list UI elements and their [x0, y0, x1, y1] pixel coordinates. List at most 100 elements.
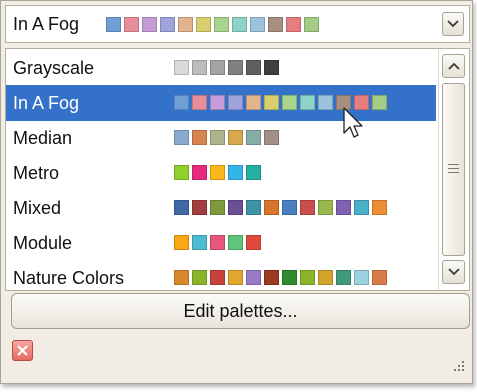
- color-swatch: [174, 130, 189, 145]
- color-swatch: [264, 200, 279, 215]
- palette-swatch-strip: [174, 130, 282, 145]
- color-swatch: [304, 17, 319, 32]
- color-swatch: [178, 17, 193, 32]
- color-swatch: [286, 17, 301, 32]
- color-swatch: [336, 200, 351, 215]
- color-swatch: [282, 95, 297, 110]
- palette-list-item[interactable]: Median: [6, 120, 436, 156]
- color-swatch: [372, 270, 387, 285]
- color-swatch: [300, 270, 315, 285]
- color-swatch: [372, 200, 387, 215]
- color-swatch: [354, 200, 369, 215]
- palette-list-item[interactable]: Metro: [6, 155, 436, 191]
- palette-list-item[interactable]: Nature Colors: [6, 260, 436, 290]
- palette-list-item[interactable]: In A Fog: [6, 85, 436, 121]
- edit-palettes-button[interactable]: Edit palettes...: [11, 293, 470, 329]
- color-swatch: [246, 165, 261, 180]
- color-swatch: [300, 95, 315, 110]
- color-swatch: [210, 270, 225, 285]
- combo-dropdown-button[interactable]: [442, 12, 464, 36]
- color-swatch: [192, 130, 207, 145]
- color-swatch: [174, 95, 189, 110]
- color-swatch: [232, 17, 247, 32]
- grip-dot: [462, 361, 464, 363]
- color-swatch: [268, 17, 283, 32]
- size-grip-icon[interactable]: [452, 359, 466, 373]
- color-swatch: [282, 270, 297, 285]
- color-swatch: [336, 270, 351, 285]
- color-swatch: [210, 165, 225, 180]
- color-swatch: [246, 130, 261, 145]
- color-swatch: [210, 130, 225, 145]
- palette-swatch-strip: [174, 165, 264, 180]
- color-swatch: [192, 95, 207, 110]
- color-swatch: [228, 95, 243, 110]
- scroll-up-button[interactable]: [442, 54, 465, 78]
- color-swatch: [124, 17, 139, 32]
- combo-swatch-strip: [106, 17, 322, 32]
- grip-dot: [462, 365, 464, 367]
- palette-list-item[interactable]: Module: [6, 225, 436, 261]
- color-swatch: [228, 270, 243, 285]
- color-swatch: [246, 270, 261, 285]
- grip-line: [448, 172, 459, 173]
- color-swatch: [318, 270, 333, 285]
- color-swatch: [210, 200, 225, 215]
- color-swatch: [192, 165, 207, 180]
- palette-name: Grayscale: [13, 58, 95, 78]
- color-swatch: [264, 270, 279, 285]
- palette-name: Median: [13, 128, 73, 148]
- close-icon: [17, 345, 28, 356]
- palette-dropdown-panel: In A Fog Grayscale In A Fog Median Metro Mix…: [0, 0, 473, 384]
- color-swatch: [174, 60, 189, 75]
- grip-dot: [458, 369, 460, 371]
- color-swatch: [354, 270, 369, 285]
- chevron-down-icon: [447, 268, 460, 276]
- palette-combo-value: In A Fog: [13, 14, 80, 34]
- grip-dot: [458, 365, 460, 367]
- color-swatch: [174, 270, 189, 285]
- palette-swatch-strip: [174, 200, 390, 215]
- grip-icon: [448, 164, 459, 165]
- chevron-up-icon: [447, 62, 460, 70]
- scroll-down-button[interactable]: [442, 260, 465, 284]
- color-swatch: [174, 235, 189, 250]
- color-swatch: [246, 60, 261, 75]
- close-button[interactable]: [12, 340, 33, 361]
- palette-name: Module: [13, 233, 73, 253]
- color-swatch: [246, 95, 261, 110]
- palette-name: In A Fog: [13, 93, 80, 113]
- scroll-thumb[interactable]: [442, 83, 465, 256]
- color-swatch: [282, 200, 297, 215]
- color-swatch: [142, 17, 157, 32]
- color-swatch: [372, 95, 387, 110]
- color-swatch: [318, 200, 333, 215]
- color-swatch: [196, 17, 211, 32]
- palette-list-item[interactable]: Grayscale: [6, 50, 436, 86]
- color-swatch: [300, 200, 315, 215]
- grip-dot: [462, 369, 464, 371]
- palette-name: Metro: [13, 163, 60, 183]
- palette-swatch-strip: [174, 235, 264, 250]
- color-swatch: [246, 235, 261, 250]
- palette-name: Nature Colors: [13, 268, 125, 288]
- color-swatch: [318, 95, 333, 110]
- color-swatch: [228, 130, 243, 145]
- color-swatch: [250, 17, 265, 32]
- mouse-cursor-icon: [343, 107, 363, 138]
- palette-combo-box[interactable]: In A Fog: [5, 5, 470, 43]
- color-swatch: [264, 60, 279, 75]
- list-scrollbar[interactable]: [438, 49, 469, 290]
- palette-swatch-strip: [174, 270, 390, 285]
- color-swatch: [228, 165, 243, 180]
- palette-list-item[interactable]: Mixed: [6, 190, 436, 226]
- color-swatch: [192, 270, 207, 285]
- color-swatch: [228, 200, 243, 215]
- palette-list[interactable]: Grayscale In A Fog Median Metro Mixed Module N…: [5, 48, 470, 291]
- color-swatch: [106, 17, 121, 32]
- color-swatch: [210, 95, 225, 110]
- chevron-down-icon: [447, 20, 459, 28]
- color-swatch: [264, 130, 279, 145]
- color-swatch: [192, 235, 207, 250]
- grip-line: [448, 168, 459, 169]
